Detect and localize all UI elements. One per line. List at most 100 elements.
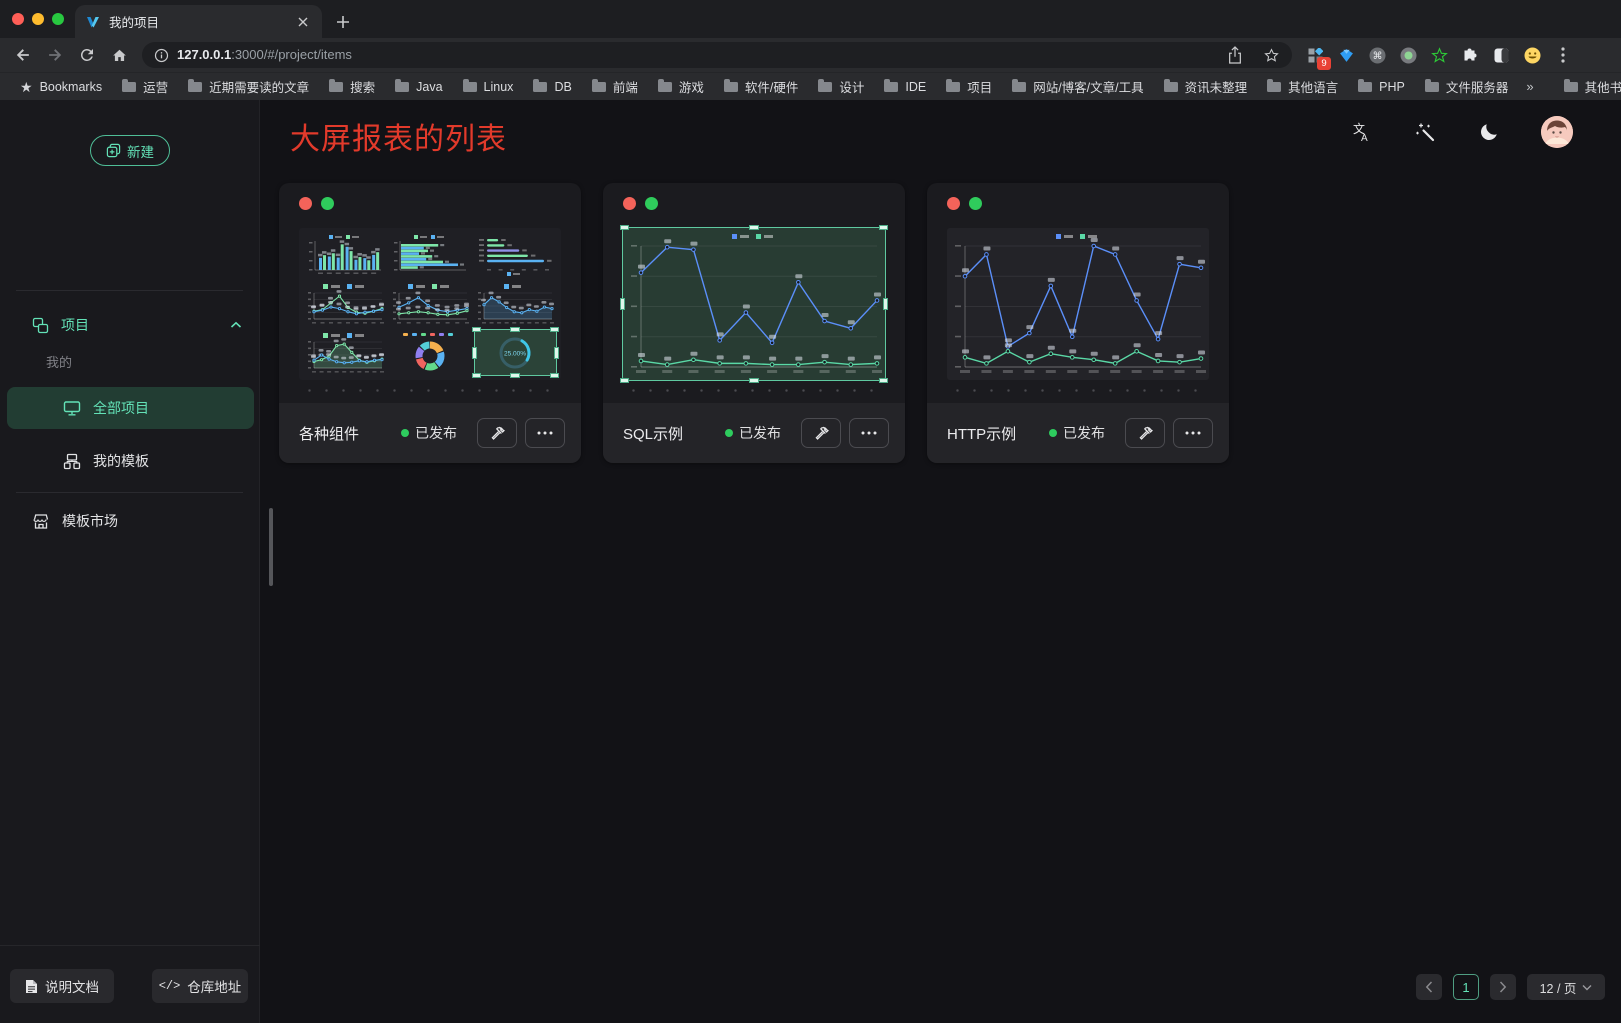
bookmark-folder[interactable]: 游戏 — [648, 75, 714, 99]
extension-icons: 9 ⌘ — [1304, 44, 1574, 66]
bookmark-folder[interactable]: 网站/博客/文章/工具 — [1002, 75, 1153, 99]
next-page-button[interactable] — [1490, 974, 1516, 1000]
extension-gem-icon[interactable] — [1335, 44, 1357, 66]
mini-chart-hbar2[interactable] — [475, 233, 556, 278]
maximize-window-button[interactable] — [52, 13, 64, 25]
selection-handle[interactable] — [550, 373, 559, 378]
selection-handle[interactable] — [749, 378, 759, 383]
extension-command-icon[interactable]: ⌘ — [1366, 44, 1388, 66]
bookmark-folder[interactable]: Java — [385, 75, 452, 99]
project-card[interactable]: HTTP示例 已发布 — [927, 183, 1229, 463]
edit-hammer-button[interactable] — [477, 418, 517, 448]
selection-handle[interactable] — [472, 373, 481, 378]
selection-handle[interactable] — [879, 378, 888, 383]
mini-chart-line[interactable] — [389, 282, 470, 327]
bookmark-folder[interactable]: 资讯未整理 — [1154, 75, 1258, 99]
bookmark-folder[interactable]: DB — [523, 75, 581, 99]
extensions-puzzle-icon[interactable] — [1459, 44, 1481, 66]
extension-darkreader-icon[interactable] — [1490, 44, 1512, 66]
project-thumbnail[interactable]: 25.00% — [299, 228, 561, 380]
tab-close-icon[interactable] — [294, 13, 312, 31]
mini-chart-hbar[interactable] — [389, 233, 470, 278]
share-icon[interactable] — [1227, 46, 1243, 64]
bookmark-folder[interactable]: 软件/硬件 — [714, 75, 808, 99]
bookmarks-manager[interactable]: ★ Bookmarks — [10, 75, 112, 99]
mini-chart-donut[interactable] — [389, 330, 470, 375]
bookmark-folder[interactable]: 搜索 — [319, 75, 385, 99]
selection-handle[interactable] — [620, 225, 629, 230]
edit-hammer-button[interactable] — [801, 418, 841, 448]
selection-handle[interactable] — [749, 225, 759, 230]
new-project-button[interactable]: 新建 — [90, 135, 170, 166]
bookmark-folder[interactable]: Linux — [453, 75, 524, 99]
menu-kebab-icon[interactable] — [1552, 44, 1574, 66]
minimize-window-button[interactable] — [32, 13, 44, 25]
close-window-button[interactable] — [12, 13, 24, 25]
bookmark-folder[interactable]: IDE — [874, 75, 936, 99]
chevron-up-icon[interactable] — [230, 321, 242, 329]
bookmark-folder[interactable]: PHP — [1348, 75, 1415, 99]
magic-wand-icon[interactable] — [1413, 120, 1437, 144]
selection-handle[interactable] — [510, 327, 520, 332]
more-button[interactable] — [525, 418, 565, 448]
mini-chart-gauge[interactable]: 25.00% — [475, 330, 556, 375]
selection-handle[interactable] — [550, 327, 559, 332]
mini-chart-line[interactable] — [304, 282, 385, 327]
repo-button[interactable]: </> 仓库地址 — [152, 969, 248, 1003]
forward-icon[interactable] — [40, 41, 70, 69]
info-icon[interactable] — [154, 48, 169, 63]
other-bookmarks-folder[interactable]: 其他书签 — [1554, 75, 1621, 99]
extension-emoji-icon[interactable] — [1521, 44, 1543, 66]
selection-handle[interactable] — [510, 373, 520, 378]
bookmark-folder[interactable]: 文件服务器 — [1415, 75, 1519, 99]
project-card[interactable]: 25.00% 各种组件 已发布 — [279, 183, 581, 463]
avatar[interactable] — [1541, 116, 1573, 148]
sidebar-item-my-templates[interactable]: 我的模板 — [7, 440, 254, 482]
more-button[interactable] — [1173, 418, 1213, 448]
selection-handle[interactable] — [620, 378, 629, 383]
translate-icon[interactable]: 文A — [1349, 120, 1373, 144]
selection-handle[interactable] — [879, 225, 888, 230]
extension-grid-icon[interactable]: 9 — [1304, 44, 1326, 66]
home-icon[interactable] — [104, 41, 134, 69]
extension-star-icon[interactable] — [1428, 44, 1450, 66]
page-size-select[interactable]: 12 / 页 — [1527, 974, 1605, 1000]
browser-tab[interactable]: 我的项目 — [75, 5, 322, 38]
prev-page-button[interactable] — [1416, 974, 1442, 1000]
bookmark-folder[interactable]: 近期需要读的文章 — [178, 75, 319, 99]
scrollbar-thumb[interactable] — [269, 508, 273, 586]
bookmark-folder[interactable]: 项目 — [936, 75, 1002, 99]
mini-chart-area[interactable] — [475, 282, 556, 327]
sidebar: 新建 项目 我的 全部项目 我的模板 — [0, 100, 260, 1023]
moon-icon[interactable] — [1477, 120, 1501, 144]
selection-handle[interactable] — [472, 347, 477, 359]
bookmark-folder[interactable]: 前端 — [582, 75, 648, 99]
current-page[interactable]: 1 — [1453, 974, 1479, 1000]
bookmark-folder[interactable]: 其他语言 — [1257, 75, 1348, 99]
selection-handle[interactable] — [620, 298, 625, 310]
bookmark-folder[interactable]: 运营 — [112, 75, 178, 99]
sidebar-item-template-market[interactable]: 模板市场 — [0, 500, 260, 542]
back-icon[interactable] — [8, 41, 38, 69]
bookmark-folder[interactable]: 设计 — [808, 75, 874, 99]
sidebar-group-projects[interactable]: 项目 — [0, 305, 260, 345]
mini-chart-area[interactable] — [304, 330, 385, 375]
extension-record-icon[interactable] — [1397, 44, 1419, 66]
selection-handle[interactable] — [554, 347, 559, 359]
edit-hammer-button[interactable] — [1125, 418, 1165, 448]
sidebar-item-all-projects[interactable]: 全部项目 — [7, 387, 254, 429]
project-thumbnail-selected[interactable] — [623, 228, 885, 380]
url-host: 127.0.0.1 — [177, 47, 231, 62]
more-button[interactable] — [849, 418, 889, 448]
mini-chart-vbar[interactable] — [304, 233, 385, 278]
project-card[interactable]: SQL示例 已发布 — [603, 183, 905, 463]
bookmark-star-icon[interactable] — [1263, 47, 1280, 64]
new-tab-button[interactable] — [330, 9, 356, 35]
selection-handle[interactable] — [883, 298, 888, 310]
reload-icon[interactable] — [72, 41, 102, 69]
selection-handle[interactable] — [472, 327, 481, 332]
project-thumbnail[interactable] — [947, 228, 1209, 380]
url-bar[interactable]: 127.0.0.1:3000/#/project/items — [142, 42, 1292, 68]
bookmarks-overflow-chevron[interactable]: » — [1518, 79, 1541, 94]
docs-button[interactable]: 说明文档 — [10, 969, 114, 1003]
